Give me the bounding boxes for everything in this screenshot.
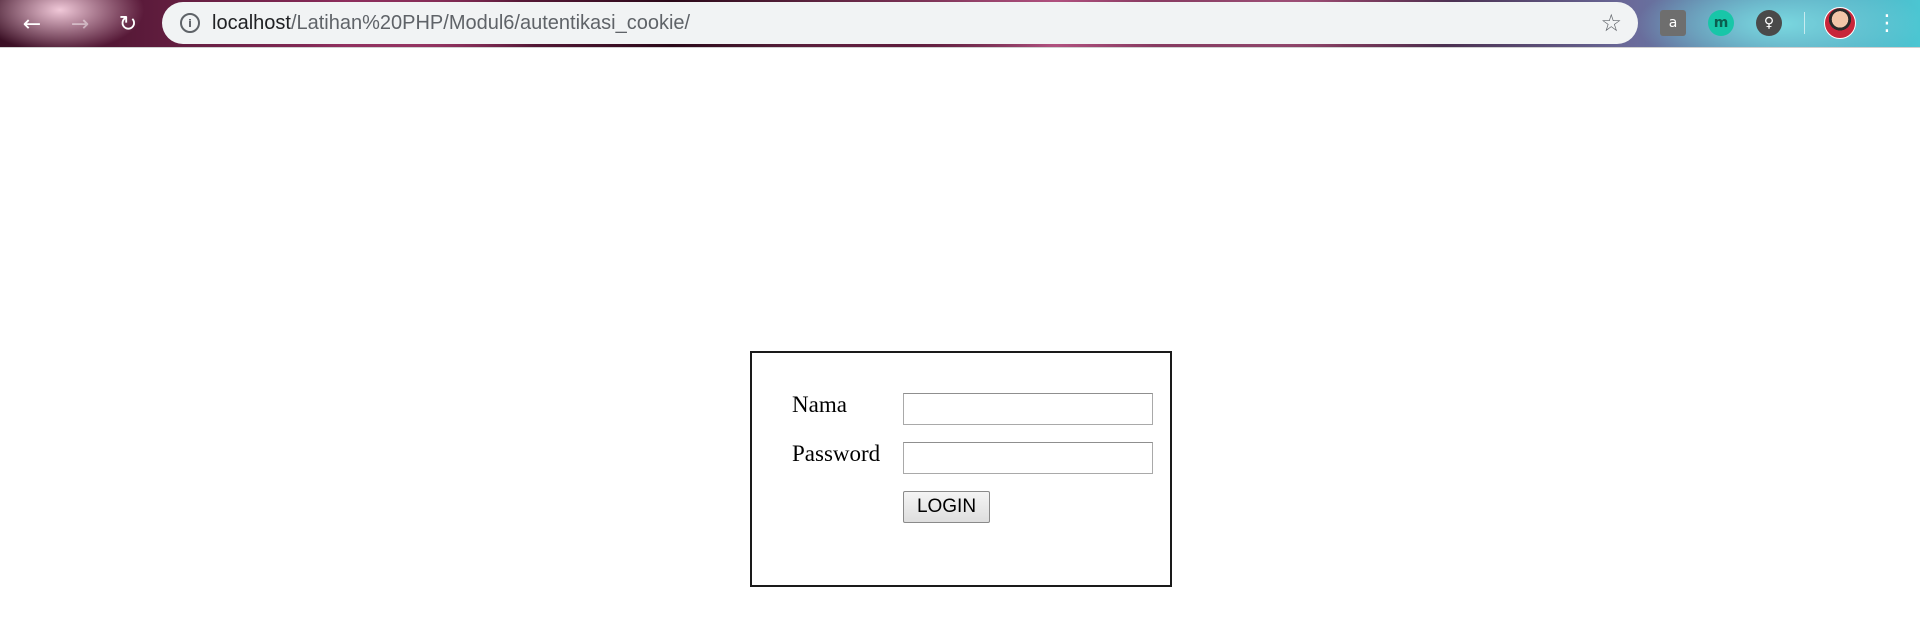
login-button[interactable]: LOGIN xyxy=(903,491,990,523)
lightbulb-extension-icon[interactable]: ♀ xyxy=(1756,10,1782,36)
m-extension-icon[interactable]: m xyxy=(1708,10,1734,36)
info-icon[interactable]: i xyxy=(180,13,200,33)
reload-icon[interactable]: ↻ xyxy=(110,6,146,42)
profile-avatar[interactable] xyxy=(1824,7,1856,39)
address-bar[interactable]: i localhost/Latihan%20PHP/Modul6/autenti… xyxy=(162,2,1638,44)
url-path: /Latihan%20PHP/Modul6/autentikasi_cookie… xyxy=(290,12,691,34)
menu-icon[interactable]: ⋮ xyxy=(1874,8,1900,38)
shopping-bag-extension-icon[interactable]: a xyxy=(1660,10,1686,36)
nama-input[interactable] xyxy=(903,393,1153,425)
browser-toolbar: ← → ↻ i localhost/Latihan%20PHP/Modul6/a… xyxy=(0,0,1920,48)
password-label: Password xyxy=(792,441,881,466)
password-input[interactable] xyxy=(903,442,1153,474)
toolbar-divider xyxy=(1804,12,1805,34)
login-form: Nama Password LOGIN xyxy=(750,351,1172,587)
star-icon[interactable]: ☆ xyxy=(1600,9,1622,37)
back-arrow-icon[interactable]: ← xyxy=(14,6,50,42)
url-text[interactable]: localhost/Latihan%20PHP/Modul6/autentika… xyxy=(212,12,690,35)
forward-arrow-icon[interactable]: → xyxy=(62,6,98,42)
nama-label: Nama xyxy=(792,392,847,417)
url-host: localhost xyxy=(212,12,291,34)
